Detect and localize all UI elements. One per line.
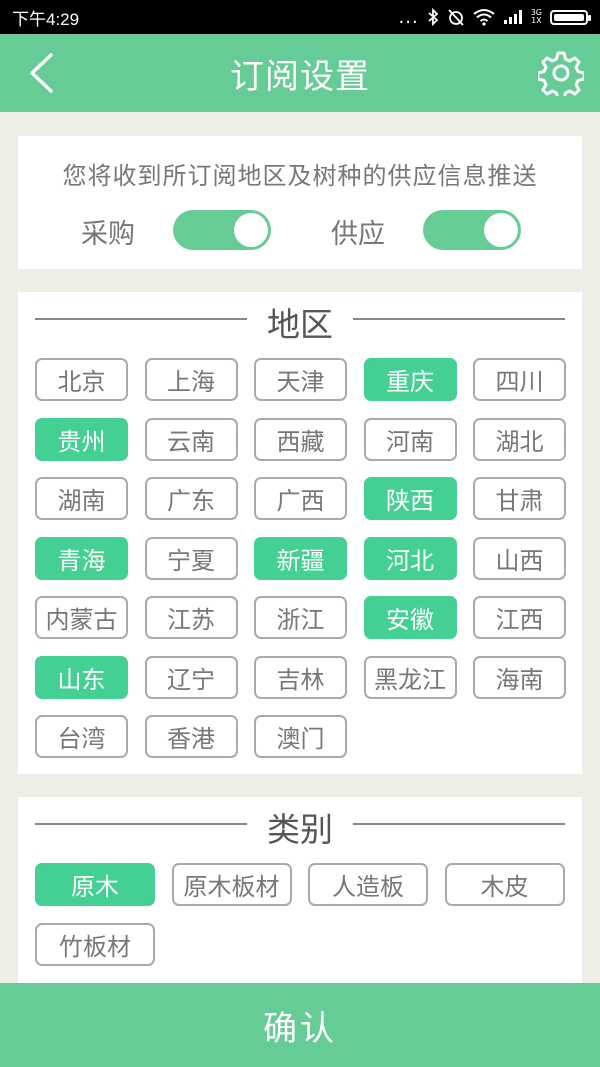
mute-alarm-icon [448,9,464,26]
page-title: 订阅设置 [230,56,370,97]
chip-region-12[interactable]: 广西 [254,477,347,520]
chip-region-4[interactable]: 四川 [473,358,566,401]
chip-region-3[interactable]: 重庆 [363,358,457,401]
status-time: 下午4:29 [12,9,80,29]
chip-region-0[interactable]: 北京 [35,358,128,401]
status-icons: ... 3G 1X [398,6,591,28]
chip-category-0[interactable]: 原木 [35,863,155,906]
settings-button[interactable] [536,48,586,98]
signal-dots-icon: ... [398,6,419,28]
chip-region-25[interactable]: 山东 [35,655,128,699]
chip-region-29[interactable]: 海南 [473,655,566,699]
cell-signal-icon [503,10,522,24]
wifi-icon [473,9,495,26]
divider-line [353,823,565,825]
chip-region-20[interactable]: 内蒙古 [35,596,128,639]
toggle-row: 采购 供应 [18,210,582,250]
chip-region-1[interactable]: 上海 [144,358,238,401]
battery-icon [550,9,591,25]
chip-region-28[interactable]: 黑龙江 [363,655,457,699]
chip-region-6[interactable]: 云南 [144,417,238,461]
chip-region-24[interactable]: 江西 [473,596,566,639]
chip-category-4[interactable]: 竹板材 [35,922,155,966]
chip-region-22[interactable]: 浙江 [254,596,347,639]
chip-region-11[interactable]: 广东 [144,477,238,520]
chip-category-1[interactable]: 原木板材 [171,863,292,906]
chip-category-3[interactable]: 木皮 [444,863,565,906]
chip-region-17[interactable]: 新疆 [254,536,347,580]
chip-region-19[interactable]: 山西 [473,536,566,580]
chip-region-7[interactable]: 西藏 [254,417,347,461]
chip-region-2[interactable]: 天津 [254,358,347,401]
toggle-knob [234,213,268,247]
subscription-description: 您将收到所订阅地区及树种的供应信息推送 [62,162,538,190]
gear-icon [538,51,584,96]
back-button[interactable] [18,50,64,96]
purchase-toggle[interactable] [173,210,271,250]
supply-label: 供应 [331,219,385,250]
category-section-title: 类别 [18,797,582,851]
region-card: 地区 北京 上海 天津 重庆 四川贵州 云南 西藏 河南 湖北湖南 广东 广西 陕西 甘肃青海 宁夏 新疆河… [18,292,582,774]
divider-line [353,318,565,320]
chip-region-5[interactable]: 贵州 [35,417,128,461]
chip-region-15[interactable]: 青海 [35,536,128,580]
chip-region-32[interactable]: 澳门 [254,715,347,758]
chip-region-13[interactable]: 陕西 [363,477,457,520]
purchase-label: 采购 [81,219,135,250]
chip-region-14[interactable]: 甘肃 [473,477,566,520]
chip-region-27[interactable]: 吉林 [254,655,347,699]
chip-region-9[interactable]: 湖北 [473,417,566,461]
chip-region-10[interactable]: 湖南 [35,477,128,520]
confirm-button[interactable]: 确认 [0,983,600,1067]
network-type: 3G 1X [530,8,542,25]
category-card: 类别 原木 原木板材 人造板 木皮竹板材 [18,797,582,987]
category-title: 类别 [267,810,333,849]
region-section-title: 地区 [18,292,582,346]
region-title: 地区 [267,305,333,344]
chip-category-2[interactable]: 人造板 [308,863,428,906]
chip-region-26[interactable]: 辽宁 [144,655,238,699]
supply-toggle[interactable] [423,210,521,250]
chip-region-31[interactable]: 香港 [144,715,238,758]
chip-region-21[interactable]: 江苏 [144,596,238,639]
status-bar: 下午4:29 ... 3G 1X [0,0,600,34]
subscription-card: 您将收到所订阅地区及树种的供应信息推送 采购 供应 [18,136,582,269]
chevron-left-icon [30,53,53,93]
chip-region-18[interactable]: 河北 [363,536,457,580]
bluetooth-icon [428,8,439,26]
chip-region-8[interactable]: 河南 [363,417,457,461]
chip-region-16[interactable]: 宁夏 [144,536,238,580]
chip-region-30[interactable]: 台湾 [35,715,128,758]
app-header: 订阅设置 [0,34,600,112]
toggle-knob [484,213,518,247]
chip-region-23[interactable]: 安徽 [363,596,457,639]
